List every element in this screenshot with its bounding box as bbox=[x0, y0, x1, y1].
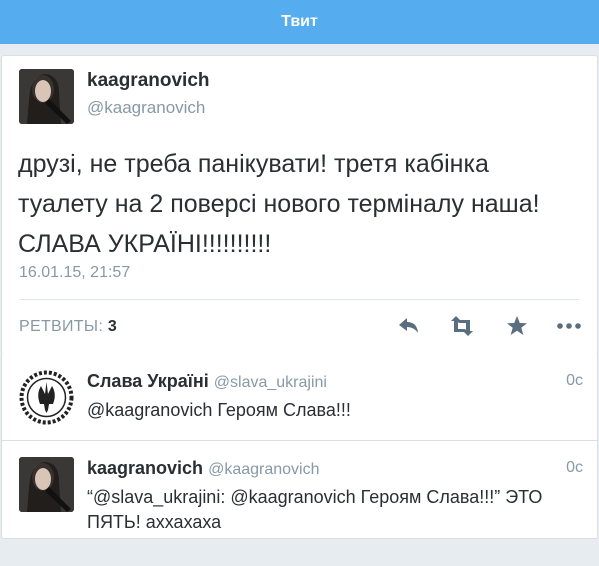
retweet-button[interactable] bbox=[449, 314, 475, 338]
reply-time: 0с bbox=[566, 372, 583, 389]
divider bbox=[19, 299, 579, 300]
reply-author-name: Слава Україні bbox=[87, 371, 209, 391]
retweets-stat[interactable]: РЕТВИТЫ: 3 bbox=[19, 318, 117, 336]
reply-time: 0с bbox=[566, 459, 583, 476]
retweets-count: 3 bbox=[107, 318, 118, 335]
page-title: Твит bbox=[281, 13, 318, 30]
author-handle[interactable]: @kaagranovich bbox=[87, 98, 205, 118]
reply-icon bbox=[399, 318, 418, 333]
reply-button[interactable] bbox=[396, 314, 422, 338]
retweet-icon bbox=[451, 316, 473, 336]
favorite-icon bbox=[507, 316, 527, 335]
trident-emblem-avatar[interactable] bbox=[19, 370, 74, 425]
retweets-label: РЕТВИТЫ: bbox=[19, 318, 104, 335]
more-button[interactable] bbox=[556, 314, 582, 338]
reply-author[interactable]: kaagranovich @kaagranovich bbox=[87, 458, 320, 479]
avatar[interactable] bbox=[19, 69, 74, 124]
more-icon bbox=[557, 323, 581, 329]
reply-author-handle: @slava_ukrajini bbox=[213, 374, 327, 391]
reply-author-name: kaagranovich bbox=[87, 458, 204, 478]
reply-author[interactable]: Слава Україні @slava_ukrajini bbox=[87, 371, 327, 392]
avatar[interactable] bbox=[19, 457, 74, 512]
reply-item[interactable]: Слава Україні @slava_ukrajini 0с @kaagra… bbox=[1, 354, 598, 441]
tweet-text: друзі, не треба панікувати! третя кабінк… bbox=[18, 150, 540, 258]
top-bar: Твит bbox=[0, 0, 599, 44]
reply-item[interactable]: kaagranovich @kaagranovich 0с “@slava_uk… bbox=[1, 441, 598, 539]
tweet-timestamp: 16.01.15, 21:57 bbox=[19, 264, 131, 281]
reply-text: “@slava_ukrajini: @kaagranovich Героям С… bbox=[87, 487, 543, 532]
tweet-card: kaagranovich @kaagranovich друзі, не тре… bbox=[1, 55, 598, 355]
reply-text: @kaagranovich Героям Слава!!! bbox=[87, 400, 351, 420]
reply-author-handle: @kaagranovich bbox=[208, 461, 320, 478]
favorite-button[interactable] bbox=[504, 314, 530, 338]
author-name[interactable]: kaagranovich bbox=[87, 70, 210, 92]
